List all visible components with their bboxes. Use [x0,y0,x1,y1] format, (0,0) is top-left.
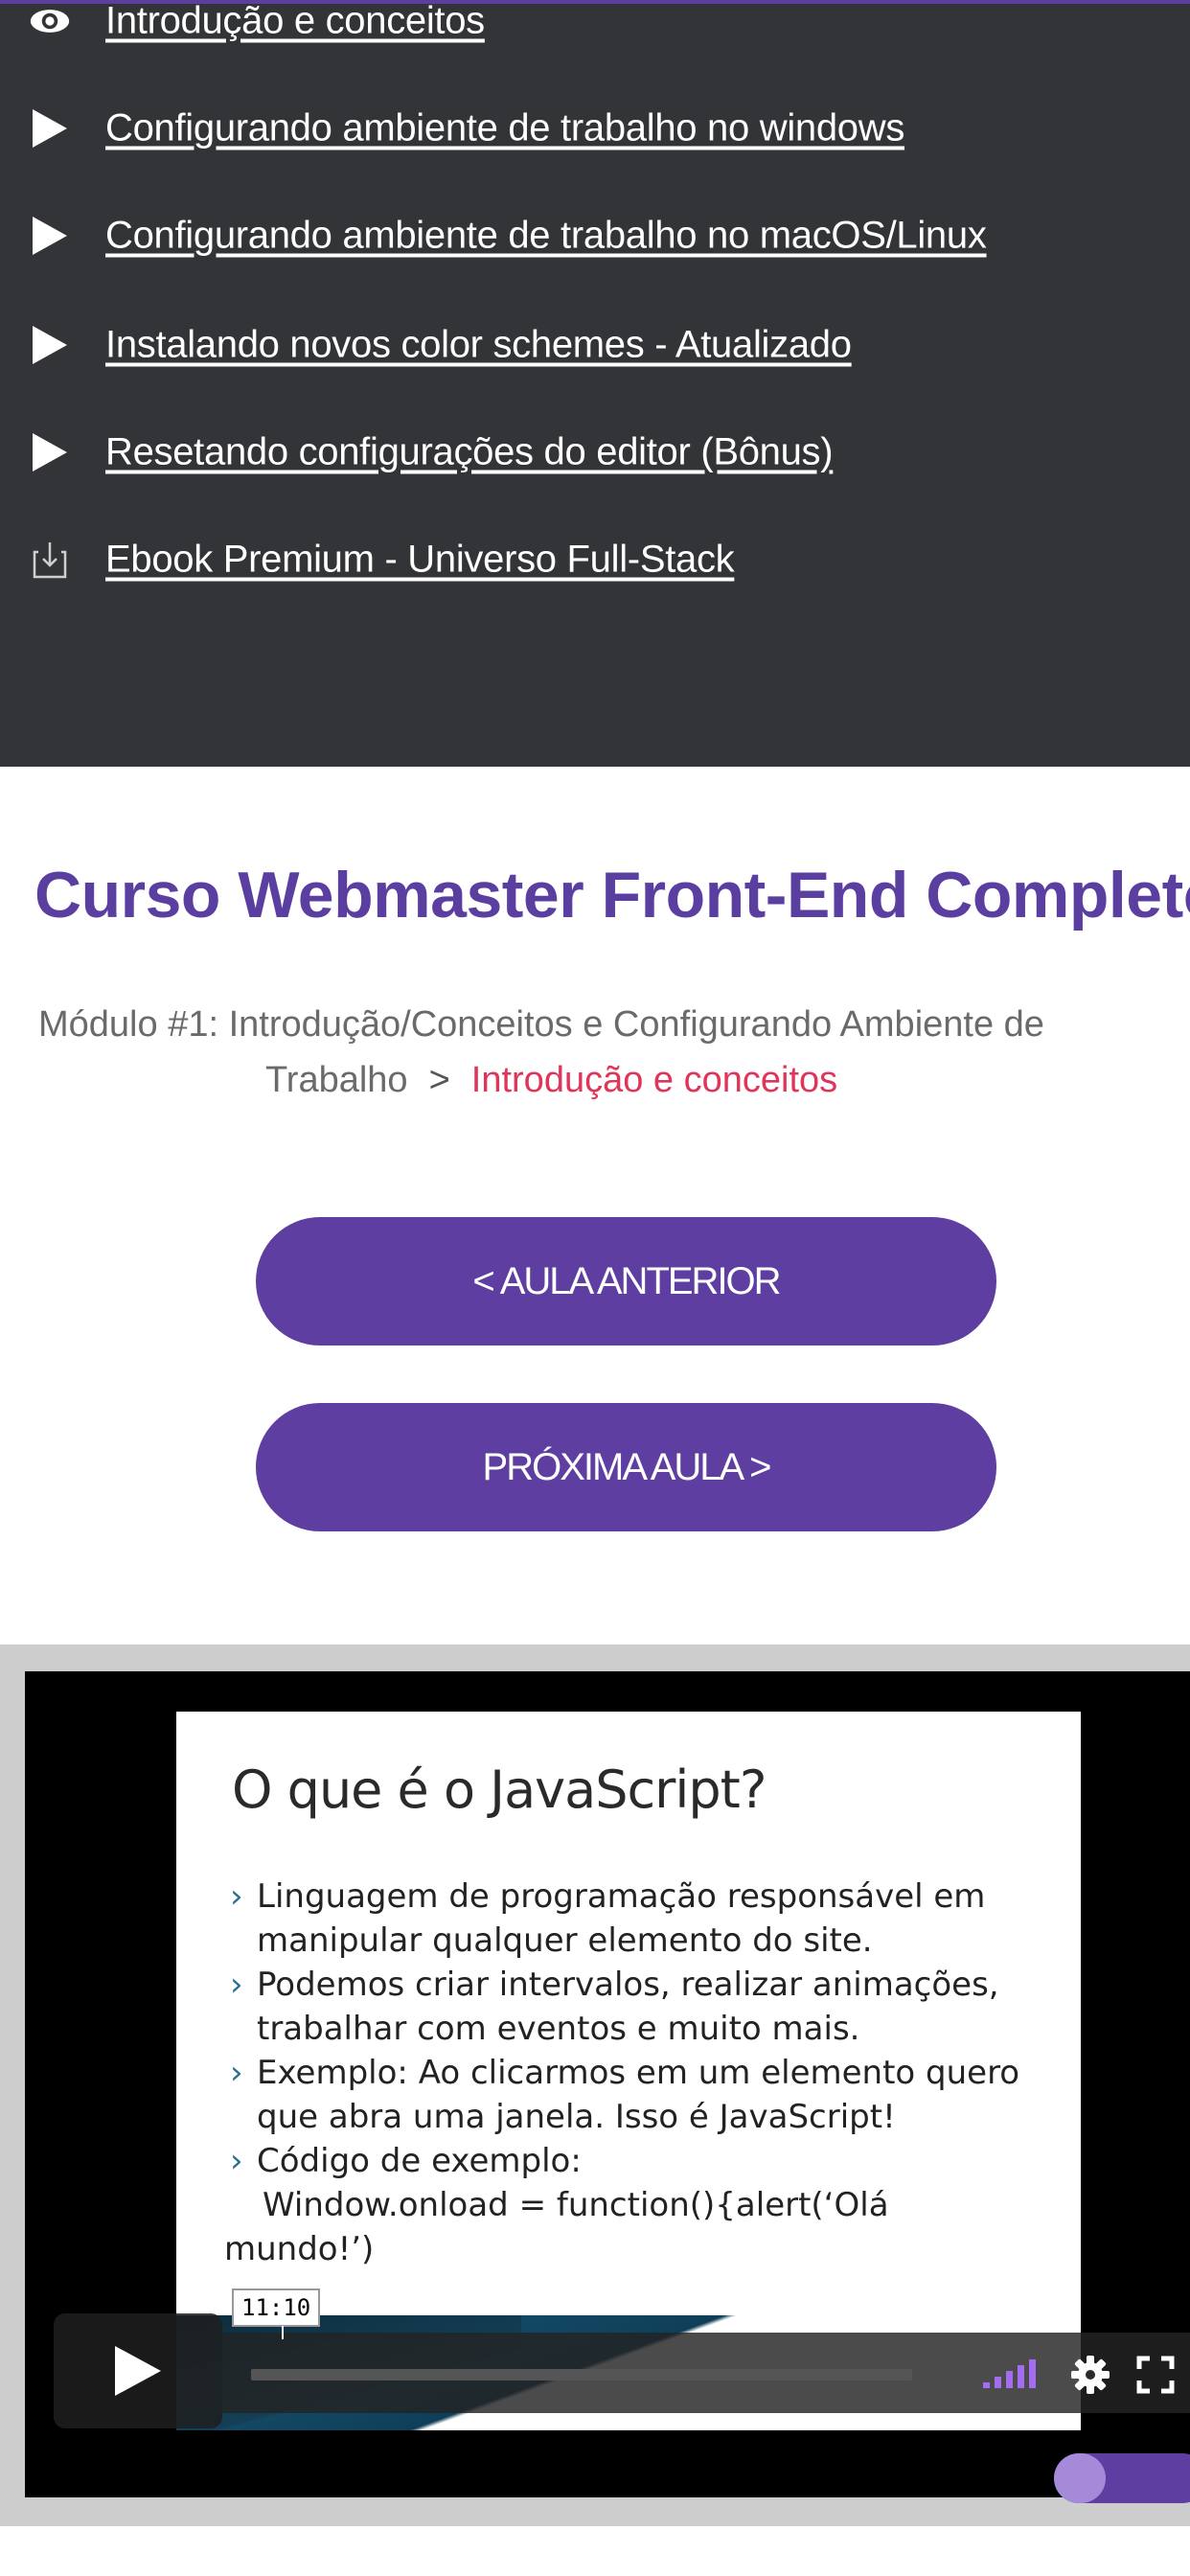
fullscreen-icon[interactable] [1136,2356,1175,2394]
lesson-label: Instalando novos color schemes - Atualiz… [105,323,852,366]
lesson-item-introducao[interactable]: Introdução e conceitos [0,0,1190,59]
settings-gear-icon[interactable] [1069,2354,1111,2396]
lesson-list-panel: Introdução e conceitos Configurando ambi… [0,0,1190,767]
slide-bullet: Podemos criar intervalos, realizar anima… [224,1963,1067,2051]
play-triangle-icon [29,431,71,473]
lesson-label: Ebook Premium - Universo Full-Stack [105,538,735,581]
play-triangle-icon [29,107,71,150]
breadcrumb: Módulo #1: Introdução/Conceitos e Config… [38,997,1190,1108]
download-icon [29,539,71,581]
volume-icon[interactable] [983,2359,1042,2388]
breadcrumb-current: Introdução e conceitos [470,1060,838,1100]
lesson-item-windows[interactable]: Configurando ambiente de trabalho no win… [0,90,1190,167]
lesson-label: Resetando configurações do editor (Bônus… [105,430,834,473]
scroll-toggle-knob [1054,2453,1106,2503]
course-title: Curso Webmaster Front-End Completo [34,859,1190,932]
next-lesson-button[interactable]: PRÓXIMA AULA > [256,1403,996,1531]
previous-lesson-button[interactable]: < AULA ANTERIOR [256,1217,996,1346]
scroll-toggle[interactable] [1054,2453,1190,2503]
play-triangle-icon [29,324,71,366]
progress-bar[interactable] [251,2369,912,2380]
breadcrumb-separator: > [428,1060,450,1100]
lesson-item-color-schemes[interactable]: Instalando novos color schemes - Atualiz… [0,307,1190,383]
lesson-item-reset-editor[interactable]: Resetando configurações do editor (Bônus… [0,414,1190,491]
timecode-tooltip: 11:10 [232,2288,321,2327]
breadcrumb-module-cont[interactable]: Trabalho [265,1060,408,1100]
video-controls-bar [222,2333,1190,2413]
play-icon [115,2346,161,2396]
slide-bullet: Exemplo: Ao clicarmos em um elemento que… [224,2051,1067,2139]
slide-bullet-list: Linguagem de programação responsável em … [224,1874,1067,2271]
eye-icon [29,0,71,42]
play-triangle-icon [29,215,71,257]
slide-title: O que é o JavaScript? [232,1760,767,1820]
play-button[interactable] [54,2313,222,2428]
video-player[interactable]: O que é o JavaScript? Linguagem de progr… [25,1671,1190,2497]
slide-code-line: Window.onload = function(){alert(‘Olá mu… [224,2183,1067,2271]
slide-code-line-2: mundo!’) [224,2230,375,2268]
slide-bullet: Linguagem de programação responsável em … [224,1874,1067,1963]
timecode-tick [282,2326,284,2339]
lesson-item-macos-linux[interactable]: Configurando ambiente de trabalho no mac… [0,197,1190,274]
lesson-label: Introdução e conceitos [105,0,485,42]
lesson-label: Configurando ambiente de trabalho no mac… [105,214,987,257]
slide-bullet: Código de exemplo: [224,2139,1067,2183]
lesson-label: Configurando ambiente de trabalho no win… [105,106,905,150]
breadcrumb-module[interactable]: Módulo #1: Introdução/Conceitos e Config… [38,1004,1044,1045]
slide-code-line-1: Window.onload = function(){alert(‘Olá [263,2186,889,2224]
lesson-item-ebook[interactable]: Ebook Premium - Universo Full-Stack [0,521,1190,598]
